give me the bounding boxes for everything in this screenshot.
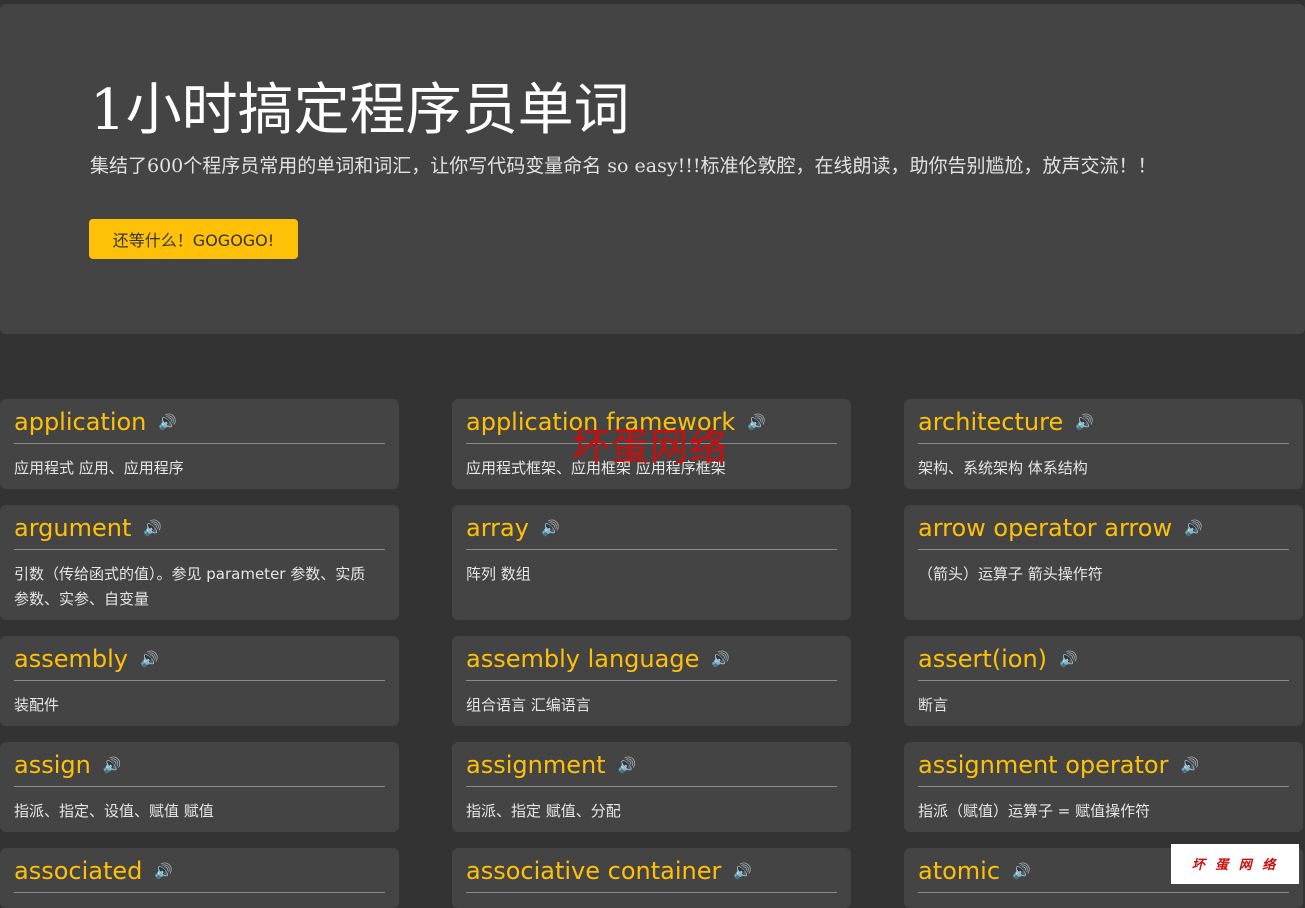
word-text: argument [14,514,132,542]
word-text: associated [14,857,143,885]
word-card: associative container 🔊 [452,848,851,908]
word-card: architecture 🔊 架构、系统架构 体系结构 [904,399,1303,489]
word-text: assignment operator [918,751,1169,779]
word-text: assembly [14,645,128,673]
page-subtitle: 集结了600个程序员常用的单词和词汇，让你写代码变量命名 so easy!!!标… [90,155,1157,177]
hero-panel: 1小时搞定程序员单词 集结了600个程序员常用的单词和词汇，让你写代码变量命名 … [0,4,1305,334]
word-meaning: （箭头）运算子 箭头操作符 [918,565,1103,583]
card-divider [14,443,385,444]
word-meaning: 指派（赋值）运算子 = 赋值操作符 [918,802,1151,820]
word-card: argument 🔊 引数（传给函式的值）。参见 parameter 参数、实质参数… [0,505,399,620]
speaker-icon[interactable]: 🔊 [618,748,637,782]
word-title: assembly 🔊 [14,642,159,676]
word-card: assembly 🔊 装配件 [0,636,399,726]
word-text: assignment [466,751,606,779]
word-card: application 🔊 应用程式 应用、应用程序 [0,399,399,489]
word-title: associated 🔊 [14,854,173,888]
card-divider [918,443,1289,444]
card-divider [918,786,1289,787]
page-title: 1小时搞定程序员单词 [90,78,630,143]
word-title: assign 🔊 [14,748,122,782]
word-text: application [14,408,147,436]
word-card: array 🔊 阵列 数组 [452,505,851,620]
word-title: application 🔊 [14,405,177,439]
watermark-badge-text: 坏 蛋 网 络 [1191,858,1279,873]
word-meaning: 断言 [918,696,949,714]
speaker-icon[interactable]: 🔊 [711,642,730,676]
speaker-icon[interactable]: 🔊 [103,748,122,782]
word-text: assign [14,751,91,779]
word-meaning: 应用程式 应用、应用程序 [14,459,184,477]
card-divider [14,549,385,550]
word-text: array [466,514,529,542]
word-text: atomic [918,857,1001,885]
speaker-icon[interactable]: 🔊 [1180,748,1199,782]
card-divider [466,680,837,681]
watermark-badge: 坏 蛋 网 络 [1171,844,1299,884]
word-meaning: 指派、指定、设值、赋值 赋值 [14,802,214,820]
word-title: assert(ion) 🔊 [918,642,1078,676]
word-card: assign 🔊 指派、指定、设值、赋值 赋值 [0,742,399,832]
word-text: arrow operator arrow [918,514,1173,542]
word-title: assignment 🔊 [466,748,636,782]
word-title: array 🔊 [466,511,560,545]
start-button[interactable]: 还等什么！GOGOGO! [89,219,298,259]
word-title: argument 🔊 [14,511,162,545]
word-meaning: 组合语言 汇编语言 [466,696,591,714]
word-card: associated 🔊 [0,848,399,908]
word-title: architecture 🔊 [918,405,1094,439]
card-divider [918,680,1289,681]
word-title: assignment operator 🔊 [918,748,1199,782]
speaker-icon[interactable]: 🔊 [1075,405,1094,439]
word-title: associative container 🔊 [466,854,752,888]
word-text: associative container [466,857,722,885]
word-meaning: 引数（传给函式的值）。参见 parameter 参数、实质参数、实参、自变量 [14,565,366,608]
word-meaning: 指派、指定 赋值、分配 [466,802,621,820]
speaker-icon[interactable]: 🔊 [541,511,560,545]
card-divider [466,892,837,893]
word-card: assert(ion) 🔊 断言 [904,636,1303,726]
word-text: assembly language [466,645,700,673]
card-divider [466,786,837,787]
word-text: assert(ion) [918,645,1048,673]
word-title: atomic 🔊 [918,854,1031,888]
speaker-icon[interactable]: 🔊 [154,854,173,888]
word-meaning: 装配件 [14,696,60,714]
word-card: assignment operator 🔊 指派（赋值）运算子 = 赋值操作符 [904,742,1303,832]
card-divider [918,549,1289,550]
speaker-icon[interactable]: 🔊 [747,405,766,439]
speaker-icon[interactable]: 🔊 [733,854,752,888]
word-text: architecture [918,408,1064,436]
speaker-icon[interactable]: 🔊 [143,511,162,545]
speaker-icon[interactable]: 🔊 [140,642,159,676]
card-divider [14,680,385,681]
card-divider [918,892,1289,893]
word-card: assembly language 🔊 组合语言 汇编语言 [452,636,851,726]
word-meaning: 架构、系统架构 体系结构 [918,459,1088,477]
word-card: arrow operator arrow 🔊 （箭头）运算子 箭头操作符 [904,505,1303,620]
card-divider [14,892,385,893]
speaker-icon[interactable]: 🔊 [1012,854,1031,888]
word-title: arrow operator arrow 🔊 [918,511,1203,545]
card-divider [466,549,837,550]
word-title: assembly language 🔊 [466,642,730,676]
speaker-icon[interactable]: 🔊 [1184,511,1203,545]
speaker-icon[interactable]: 🔊 [158,405,177,439]
word-card: assignment 🔊 指派、指定 赋值、分配 [452,742,851,832]
card-divider [14,786,385,787]
speaker-icon[interactable]: 🔊 [1059,642,1078,676]
watermark-overlay: 坏蛋网络 [572,425,729,469]
word-meaning: 阵列 数组 [466,565,531,583]
